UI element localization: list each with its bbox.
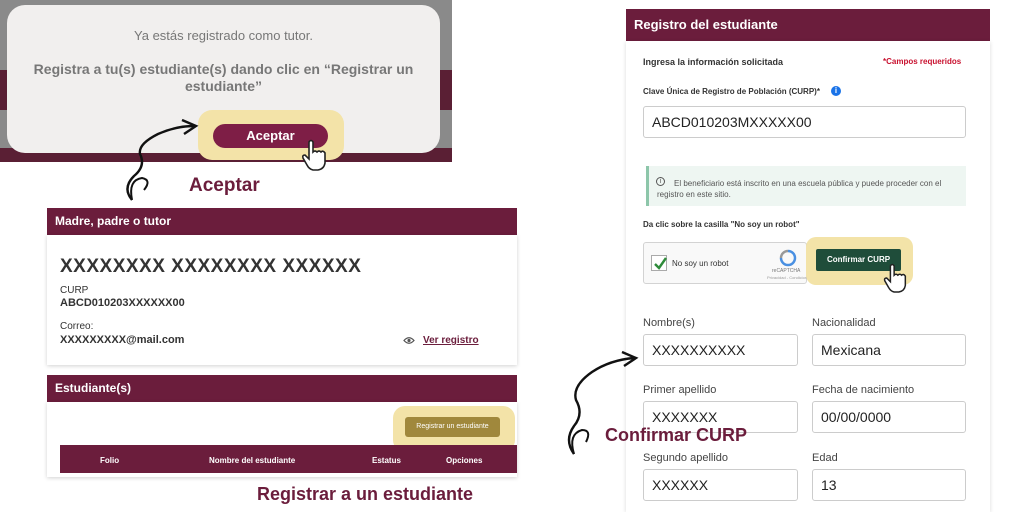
edad-label: Edad bbox=[812, 452, 838, 464]
form-instruction: Ingresa la información solicitada bbox=[643, 57, 784, 67]
info-icon: i bbox=[831, 86, 841, 96]
column-student-name: Nombre del estudiante bbox=[209, 456, 296, 465]
curp-input[interactable]: ABCD010203MXXXXX00 bbox=[643, 106, 966, 138]
primer-apellido-label: Primer apellido bbox=[643, 384, 717, 396]
annotation-registrar: Registrar a un estudiante bbox=[257, 484, 474, 504]
column-folio: Folio bbox=[100, 456, 120, 465]
nacionalidad-label: Nacionalidad bbox=[812, 317, 876, 329]
edad-input[interactable]: 13 bbox=[812, 469, 966, 501]
hand-cursor-icon bbox=[883, 263, 907, 293]
curp-label: CURP bbox=[60, 285, 89, 296]
recaptcha-logo-icon bbox=[779, 249, 797, 267]
column-status: Estatus bbox=[372, 456, 401, 465]
nacionalidad-input[interactable]: Mexicana bbox=[812, 334, 966, 366]
annotation-confirmar: Confirmar CURP bbox=[605, 425, 748, 445]
modal-message: Ya estás registrado como tutor. bbox=[134, 28, 313, 43]
curp-field-label: Clave Única de Registro de Población (CU… bbox=[643, 87, 820, 96]
tutor-section-header: Madre, padre o tutor bbox=[47, 208, 517, 235]
segundo-apellido-label: Segundo apellido bbox=[643, 452, 729, 464]
hand-cursor-icon bbox=[301, 139, 326, 171]
fecha-nacimiento-label: Fecha de nacimiento bbox=[812, 384, 915, 396]
tutor-name: XXXXXXXX XXXXXXXX XXXXXX bbox=[60, 256, 362, 277]
recaptcha-checkbox[interactable] bbox=[651, 255, 667, 271]
info-alert-text: El beneficiario está inscrito en una esc… bbox=[657, 179, 942, 199]
segundo-apellido-input[interactable]: XXXXXX bbox=[643, 469, 798, 501]
curp-value: ABCD010203XXXXXX00 bbox=[60, 297, 185, 309]
register-student-button[interactable]: Registrar un estudiante bbox=[405, 417, 500, 437]
annotation-aceptar: Aceptar bbox=[189, 175, 260, 196]
eye-icon bbox=[403, 337, 415, 344]
view-record-link[interactable]: Ver registro bbox=[423, 335, 479, 346]
modal-instruction: Registra a tu(s) estudiante(s) dando cli… bbox=[33, 61, 414, 94]
recaptcha-brand: reCAPTCHA bbox=[772, 268, 801, 274]
column-options: Opciones bbox=[446, 456, 483, 465]
checkmark-icon bbox=[654, 257, 667, 270]
nombres-label: Nombre(s) bbox=[643, 317, 695, 329]
fecha-nacimiento-input[interactable]: 00/00/0000 bbox=[812, 401, 966, 433]
email-label: Correo: bbox=[60, 321, 94, 332]
student-form-header: Registro del estudiante bbox=[626, 9, 990, 41]
captcha-prompt: Da clic sobre la casilla "No soy un robo… bbox=[643, 220, 800, 229]
nombres-input[interactable]: XXXXXXXXXX bbox=[643, 334, 798, 366]
recaptcha-label: No soy un robot bbox=[672, 259, 729, 268]
students-section-header: Estudiante(s) bbox=[47, 375, 517, 402]
recaptcha-links[interactable]: Privacidad - Condiciones bbox=[767, 275, 811, 280]
required-note: *Campos requeridos bbox=[883, 57, 962, 66]
email-value: XXXXXXXXX@mail.com bbox=[60, 334, 185, 346]
